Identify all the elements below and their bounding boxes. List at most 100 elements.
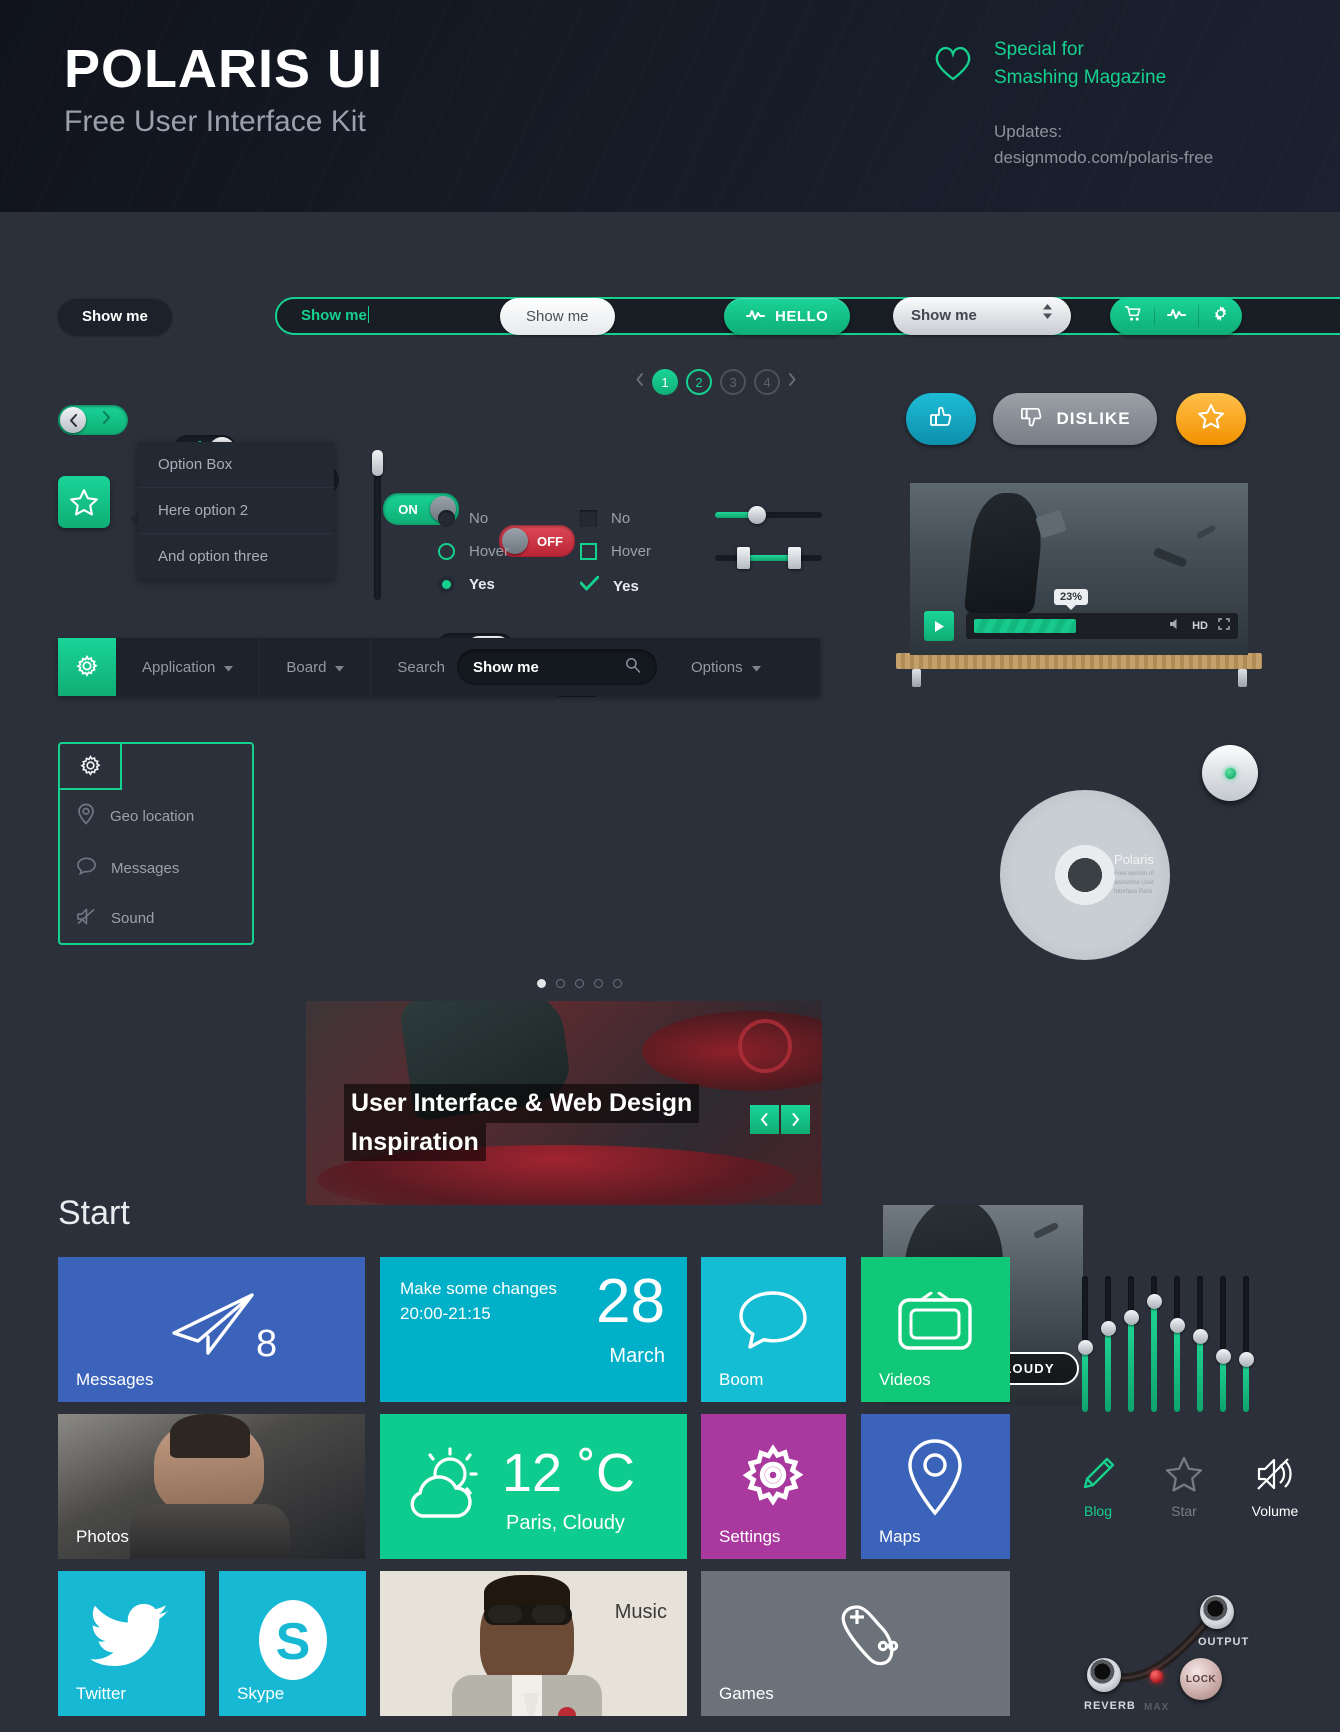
- tile-weather[interactable]: 12 ˚C Paris, Cloudy: [380, 1414, 687, 1559]
- navbar-search-input[interactable]: Show me: [456, 649, 657, 685]
- side-menu-item-messages[interactable]: Messages: [60, 842, 252, 893]
- cart-icon-button[interactable]: [1110, 305, 1154, 327]
- show-me-dark-button[interactable]: Show me: [58, 298, 172, 335]
- hero-slider[interactable]: User Interface & Web Design Inspiration: [306, 1001, 822, 1205]
- side-menu-gear-tab[interactable]: [60, 744, 122, 790]
- updates-url[interactable]: designmodo.com/polaris-free: [994, 145, 1274, 171]
- checkbox-group[interactable]: No Hover Yes: [579, 510, 651, 596]
- range-thumb-right[interactable]: [788, 547, 801, 569]
- tile-maps[interactable]: Maps: [861, 1414, 1010, 1559]
- hero-dots[interactable]: [537, 979, 622, 988]
- audio-jack-panel[interactable]: LOCK REVERB MAX OUTPUT: [1070, 1582, 1270, 1732]
- hero-dot-2[interactable]: [556, 979, 565, 988]
- navbar-item-application[interactable]: Application: [116, 638, 261, 696]
- range-slider-single[interactable]: [715, 506, 822, 524]
- pagination[interactable]: 1 2 3 4: [636, 369, 796, 395]
- gear-icon-button[interactable]: [1198, 305, 1242, 327]
- arrow-toggle[interactable]: [58, 405, 128, 435]
- option-item-2[interactable]: Here option 2: [138, 487, 334, 533]
- pagination-page-1[interactable]: 1: [652, 369, 678, 395]
- video-player[interactable]: 23% HD: [896, 483, 1262, 687]
- radio-option-hover[interactable]: Hover: [438, 543, 509, 560]
- icon-row[interactable]: Blog Star Volume: [1072, 1452, 1306, 1519]
- hero-next-button[interactable]: [781, 1105, 810, 1134]
- power-button[interactable]: [1202, 745, 1258, 801]
- pagination-next[interactable]: [788, 373, 796, 391]
- side-menu-item-geo-location[interactable]: Geo location: [60, 790, 252, 842]
- pagination-prev[interactable]: [636, 373, 644, 391]
- hello-button[interactable]: HELLO: [724, 298, 851, 335]
- tile-boom[interactable]: Boom: [701, 1257, 846, 1402]
- fullscreen-icon[interactable]: [1218, 617, 1230, 635]
- navbar[interactable]: Application Board Search Show me Options: [58, 638, 820, 696]
- icon-button-group[interactable]: [1110, 297, 1242, 335]
- tile-messages[interactable]: 8 Messages: [58, 1257, 365, 1402]
- pulse-icon-button[interactable]: [1154, 307, 1198, 325]
- hero-prev-button[interactable]: [750, 1105, 779, 1134]
- equalizer[interactable]: [1077, 1242, 1258, 1412]
- reverb-jack[interactable]: [1087, 1658, 1121, 1692]
- show-me-select[interactable]: Show me: [893, 297, 1071, 335]
- tile-settings[interactable]: Settings: [701, 1414, 846, 1559]
- side-menu-item-sound[interactable]: Sound: [60, 893, 252, 943]
- tile-games[interactable]: Games: [701, 1571, 1010, 1716]
- equalizer-knob-6[interactable]: [1192, 1329, 1208, 1344]
- video-surface[interactable]: 23% HD: [910, 483, 1248, 655]
- navbar-item-search[interactable]: Search: [371, 638, 457, 696]
- vertical-scrollbar-track[interactable]: [372, 450, 383, 600]
- tile-photos[interactable]: Photos: [58, 1414, 365, 1559]
- hero-dot-4[interactable]: [594, 979, 603, 988]
- lock-knob[interactable]: LOCK: [1180, 1658, 1222, 1700]
- radio-option-yes[interactable]: Yes: [438, 576, 509, 593]
- option-box-trigger[interactable]: [58, 476, 110, 528]
- tile-calendar[interactable]: Make some changes 20:00-21:15 28 March: [380, 1257, 687, 1402]
- radio-option-no[interactable]: No: [438, 510, 509, 527]
- pagination-page-3[interactable]: 3: [720, 369, 746, 395]
- navbar-gear-icon[interactable]: [58, 638, 116, 696]
- equalizer-knob-2[interactable]: [1100, 1321, 1116, 1336]
- hero-dot-1[interactable]: [537, 979, 546, 988]
- dislike-button[interactable]: DISLIKE: [993, 393, 1157, 445]
- equalizer-knob-1[interactable]: [1077, 1340, 1093, 1355]
- hero-dot-3[interactable]: [575, 979, 584, 988]
- icon-blog[interactable]: Blog: [1072, 1452, 1124, 1519]
- volume-icon[interactable]: [1169, 617, 1182, 635]
- off-toggle[interactable]: OFF: [499, 525, 575, 557]
- output-jack[interactable]: [1200, 1595, 1234, 1629]
- checkbox-option-hover[interactable]: Hover: [580, 543, 651, 560]
- play-icon[interactable]: [924, 611, 954, 641]
- pagination-page-2[interactable]: 2: [686, 369, 712, 395]
- navbar-item-board[interactable]: Board: [260, 638, 372, 696]
- option-box[interactable]: Option Box Here option 2 And option thre…: [138, 442, 334, 579]
- favorite-star-button[interactable]: [1176, 393, 1246, 445]
- equalizer-knob-3[interactable]: [1123, 1310, 1139, 1325]
- tile-skype[interactable]: S Skype: [219, 1571, 366, 1716]
- hero-nav[interactable]: [750, 1105, 810, 1134]
- video-progress-fill[interactable]: [974, 619, 1076, 633]
- tile-videos[interactable]: Videos: [861, 1257, 1010, 1402]
- checkbox-option-no[interactable]: No: [580, 510, 651, 527]
- video-controls-bar[interactable]: HD: [966, 613, 1238, 639]
- tile-twitter[interactable]: Twitter: [58, 1571, 205, 1716]
- radio-group[interactable]: No Hover Yes: [438, 510, 509, 593]
- equalizer-knob-8[interactable]: [1238, 1352, 1254, 1367]
- range-thumb[interactable]: [748, 506, 766, 524]
- option-item-1[interactable]: Option Box: [138, 442, 334, 487]
- range-slider-dual[interactable]: [715, 547, 822, 569]
- icon-star[interactable]: Star: [1158, 1452, 1210, 1519]
- equalizer-knob-4[interactable]: [1146, 1294, 1162, 1309]
- equalizer-knob-7[interactable]: [1215, 1349, 1231, 1364]
- tile-music[interactable]: Music: [380, 1571, 687, 1716]
- checkbox-option-yes[interactable]: Yes: [579, 575, 651, 596]
- side-menu[interactable]: Geo location Messages Sound: [58, 742, 254, 945]
- pagination-page-4[interactable]: 4: [754, 369, 780, 395]
- hd-label[interactable]: HD: [1192, 620, 1208, 632]
- icon-volume[interactable]: Volume: [1244, 1452, 1306, 1519]
- show-me-white-button[interactable]: Show me: [500, 298, 615, 335]
- hero-dot-5[interactable]: [613, 979, 622, 988]
- option-item-3[interactable]: And option three: [138, 533, 334, 579]
- navbar-item-options[interactable]: Options: [665, 638, 787, 696]
- equalizer-knob-5[interactable]: [1169, 1318, 1185, 1333]
- vertical-scrollbar-thumb[interactable]: [372, 450, 383, 476]
- range-thumb-left[interactable]: [737, 547, 750, 569]
